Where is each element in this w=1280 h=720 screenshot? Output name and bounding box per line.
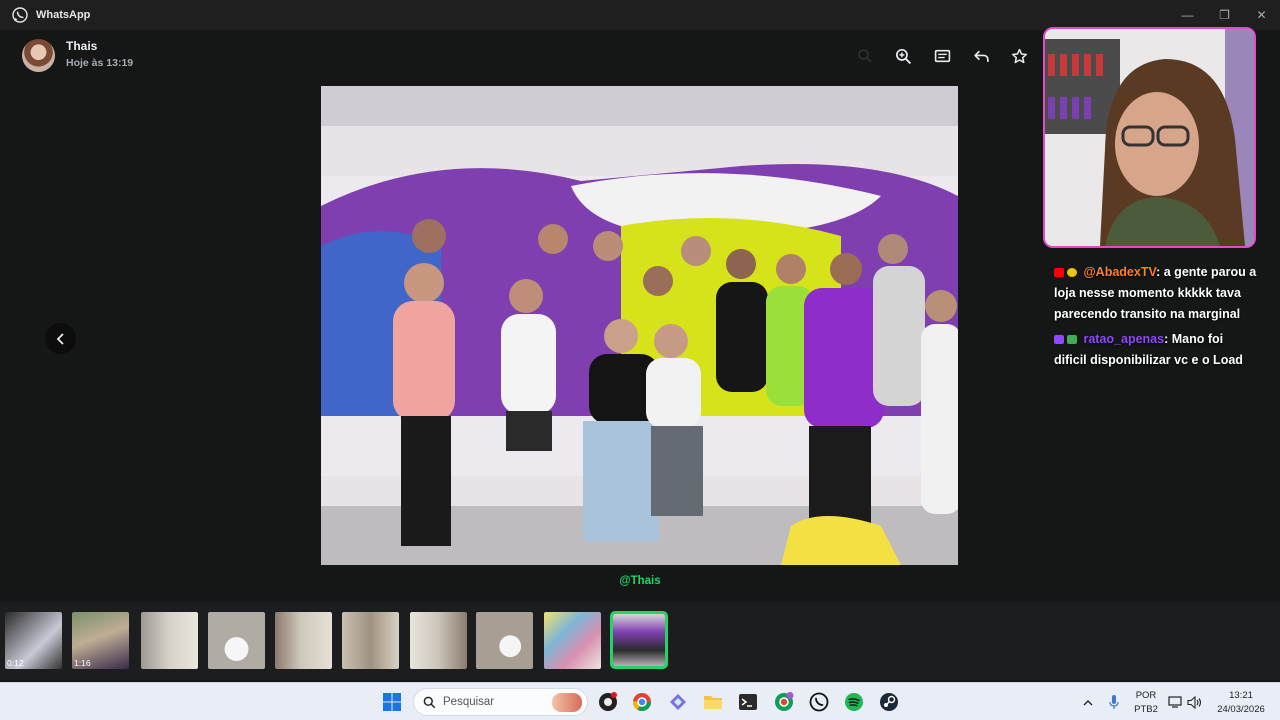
webcam-overlay (1043, 27, 1256, 248)
youtube-badge-icon (1054, 268, 1064, 277)
clock-time: 13:21 (1229, 690, 1253, 701)
thumbnail-video[interactable]: 0:12 (5, 612, 62, 669)
star-button[interactable] (1008, 45, 1030, 67)
taskbar-app-spotify[interactable] (843, 691, 865, 713)
chat-username: ratao_apenas (1083, 332, 1165, 346)
folder-icon (704, 696, 722, 709)
search-button[interactable] (854, 45, 876, 67)
microphone-icon (1109, 695, 1119, 709)
start-button[interactable] (381, 691, 403, 713)
reply-icon (973, 50, 989, 62)
media-photo (321, 86, 958, 565)
media-viewer-header: Thais Hoje às 13:19 (0, 31, 1040, 81)
search-placeholder: Pesquisar (443, 696, 495, 708)
stream-chat-overlay: @AbadexTV: a gente parou a loja nesse mo… (1054, 262, 1259, 375)
language-label: POR (1135, 690, 1157, 701)
thumbnail-image[interactable] (141, 612, 198, 669)
zoom-in-icon (895, 48, 911, 64)
media-caption: @Thais (619, 575, 661, 587)
whatsapp-icon (809, 692, 829, 712)
windows-logo-icon (383, 693, 401, 711)
search-highlight-icon (552, 693, 582, 712)
go-to-message-icon (934, 49, 950, 62)
avatar[interactable] (22, 39, 55, 72)
keyboard-language-button[interactable]: POR PTB2 (1131, 690, 1161, 715)
diamond-app-icon (670, 694, 686, 710)
chat-message: @AbadexTV: a gente parou a loja nesse mo… (1054, 262, 1259, 325)
clock-button[interactable]: 13:21 24/03/2026 (1209, 690, 1273, 715)
thumbnail-image[interactable] (410, 612, 467, 669)
whatsapp-window: WhatsApp — ❐ ✕ Thais Hoje às 13:19 @Thai… (0, 0, 1280, 682)
maximize-button[interactable]: ❐ (1206, 0, 1243, 30)
star-icon (1011, 48, 1027, 63)
chrome-profile-icon (775, 692, 794, 711)
thumbnail-image[interactable] (275, 612, 332, 669)
video-duration: 0:12 (7, 658, 24, 668)
twitch-badge-icon (1054, 335, 1064, 344)
clock-date: 24/03/2026 (1217, 704, 1265, 715)
media-thumbnail-strip: 0:12 1:16 (0, 602, 1280, 680)
chat-username: @AbadexTV (1083, 265, 1157, 279)
chevron-left-icon (56, 332, 64, 345)
subscriber-badge-icon (1067, 335, 1077, 344)
taskbar-search[interactable]: Pesquisar (413, 688, 588, 716)
go-to-message-button[interactable] (931, 45, 953, 67)
previous-media-button[interactable] (45, 323, 76, 354)
thumbnail-image[interactable] (208, 612, 265, 669)
spotify-icon (845, 693, 863, 711)
network-icon (1168, 696, 1182, 708)
tray-overflow-button[interactable] (1079, 691, 1097, 713)
taskbar-app-explorer[interactable] (702, 691, 724, 713)
terminal-icon (739, 694, 757, 710)
chrome-icon (633, 693, 651, 712)
taskbar-app-obs[interactable] (597, 691, 619, 713)
thumbnail-video[interactable]: 1:16 (72, 612, 129, 669)
group-photo-image (321, 86, 958, 565)
message-timestamp: Hoje às 13:19 (66, 57, 134, 69)
minimize-button[interactable]: — (1169, 0, 1206, 30)
reply-button[interactable] (970, 45, 992, 67)
volume-tray-button[interactable] (1186, 691, 1202, 713)
microphone-tray-button[interactable] (1105, 691, 1123, 713)
taskbar-app-dev[interactable] (667, 691, 689, 713)
search-icon (423, 696, 436, 709)
network-tray-button[interactable] (1167, 691, 1183, 713)
steam-icon (880, 693, 898, 711)
speaker-icon (1186, 695, 1201, 709)
search-icon (858, 49, 872, 63)
taskbar-app-whatsapp[interactable] (808, 691, 830, 713)
title-bar: WhatsApp — ❐ ✕ (0, 0, 1280, 30)
taskbar-app-terminal[interactable] (737, 691, 759, 713)
thumbnail-image[interactable] (544, 612, 601, 669)
chevron-up-icon (1083, 700, 1093, 706)
thumbnail-image[interactable] (342, 612, 399, 669)
whatsapp-logo-icon (12, 7, 28, 23)
zoom-in-button[interactable] (892, 45, 914, 67)
close-button[interactable]: ✕ (1243, 0, 1280, 30)
keyboard-layout-label: PTB2 (1134, 704, 1158, 715)
chat-message: ratao_apenas: Mano foi dificil disponibi… (1054, 329, 1259, 371)
taskbar-app-steam[interactable] (878, 691, 900, 713)
thumbnail-image-selected[interactable] (610, 611, 668, 669)
thumbnail-image[interactable] (476, 612, 533, 669)
webcam-feed (1045, 29, 1254, 246)
coin-badge-icon (1067, 268, 1077, 277)
video-duration: 1:16 (74, 658, 91, 668)
windows-taskbar: Pesquisar POR PTB2 13:21 24/03/2026 (0, 682, 1280, 720)
app-title: WhatsApp (36, 9, 91, 21)
taskbar-app-chrome[interactable] (631, 691, 653, 713)
obs-icon (599, 692, 617, 711)
contact-name[interactable]: Thais (66, 39, 97, 53)
taskbar-app-chrome-profile[interactable] (773, 691, 795, 713)
